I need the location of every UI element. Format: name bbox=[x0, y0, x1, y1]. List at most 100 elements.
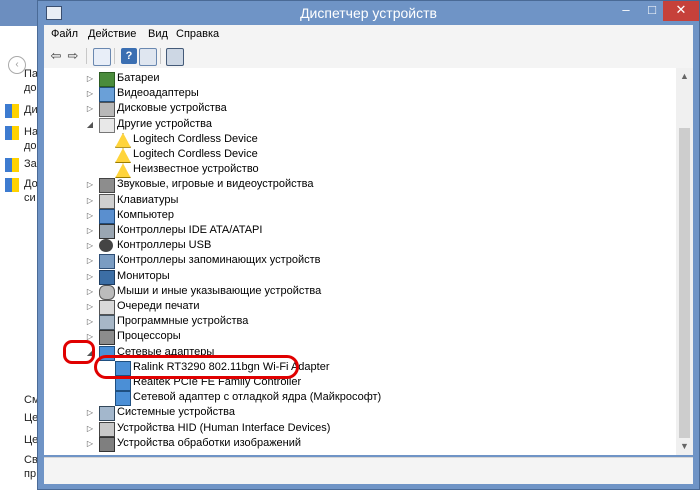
forward-arrow-icon[interactable]: ⇨ bbox=[65, 48, 81, 64]
scan-hardware-icon[interactable] bbox=[166, 48, 184, 66]
background-text: Св bbox=[24, 454, 38, 466]
help-icon[interactable]: ? bbox=[121, 48, 137, 64]
background-text: до bbox=[24, 140, 37, 152]
device-tree-panel: ▷ Батареи ▷ Видеоадаптеры ▷ Дисковые устройст… bbox=[44, 68, 693, 455]
expand-arrow-icon[interactable]: ▷ bbox=[85, 71, 95, 86]
warning-icon bbox=[115, 163, 131, 179]
device-label: Компьютер bbox=[117, 208, 174, 221]
other-devices-icon bbox=[99, 117, 115, 133]
background-nav-panel: ‹ bbox=[0, 26, 40, 500]
background-text: На bbox=[24, 126, 39, 138]
expand-arrow-icon[interactable]: ▷ bbox=[85, 208, 95, 223]
device-label: Logitech Cordless Device bbox=[133, 148, 258, 160]
device-label: Другие устройства bbox=[117, 117, 212, 130]
background-text: пр bbox=[24, 468, 37, 480]
network-adapter-icon bbox=[115, 391, 131, 407]
device-label: Видеоадаптеры bbox=[117, 87, 199, 100]
expand-arrow-icon[interactable]: ▷ bbox=[85, 253, 95, 268]
background-text: Па bbox=[24, 68, 39, 80]
device-label: Клавиатуры bbox=[117, 193, 179, 206]
software-device-icon bbox=[99, 315, 115, 331]
expand-arrow-icon[interactable]: ▷ bbox=[85, 223, 95, 238]
display-adapter-icon bbox=[99, 87, 115, 103]
processor-icon bbox=[99, 330, 115, 346]
system-device-icon bbox=[99, 406, 115, 422]
expand-arrow-icon[interactable]: ▷ bbox=[85, 405, 95, 420]
expand-arrow-icon[interactable]: ▷ bbox=[85, 299, 95, 314]
expand-arrow-icon[interactable]: ▷ bbox=[85, 86, 95, 101]
device-label: Звуковые, игровые и видеоустройства bbox=[117, 178, 314, 191]
expand-arrow-icon[interactable]: ▷ bbox=[85, 193, 95, 208]
device-manager-window: Диспетчер устройств – □ ✕ Файл Действие … bbox=[37, 0, 700, 490]
expand-arrow-icon[interactable]: ▷ bbox=[85, 314, 95, 329]
device-label: Logitech Cordless Device bbox=[133, 132, 258, 145]
device-label: Системные устройства bbox=[117, 406, 236, 419]
menu-file[interactable]: Файл bbox=[51, 28, 78, 40]
expand-arrow-icon[interactable]: ▷ bbox=[85, 436, 95, 451]
disk-drive-icon bbox=[99, 102, 115, 118]
annotation-circle-wifi-adapter bbox=[94, 355, 299, 379]
battery-icon bbox=[99, 72, 115, 87]
collapse-arrow-icon[interactable]: ◢ bbox=[85, 117, 95, 132]
device-label: Процессоры bbox=[117, 330, 181, 343]
hid-icon bbox=[99, 421, 115, 437]
expand-arrow-icon[interactable]: ▷ bbox=[85, 284, 95, 299]
device-label: Сетевой адаптер с отладкой ядра (Майкрос… bbox=[133, 391, 382, 404]
device-label: Устройства обработки изображений bbox=[117, 436, 302, 449]
monitor-icon bbox=[99, 269, 115, 285]
background-text: до bbox=[24, 82, 37, 94]
device-label: Дисковые устройства bbox=[117, 102, 227, 115]
background-text: Ди bbox=[24, 104, 38, 116]
device-label: Мониторы bbox=[117, 269, 170, 282]
toolbar-separator bbox=[114, 48, 115, 64]
window-title: Диспетчер устройств bbox=[300, 5, 437, 21]
shield-icon bbox=[5, 158, 19, 172]
computer-icon bbox=[99, 208, 115, 224]
warning-icon bbox=[115, 148, 131, 163]
warning-icon bbox=[115, 132, 131, 148]
update-driver-icon[interactable] bbox=[139, 48, 157, 66]
shield-icon bbox=[5, 104, 19, 118]
device-label: Устройства HID (Human Interface Devices) bbox=[117, 421, 331, 434]
expand-arrow-icon[interactable]: ▷ bbox=[85, 177, 95, 192]
toolbar-separator bbox=[86, 48, 87, 64]
device-label: Программные устройства bbox=[117, 315, 249, 328]
background-text: До bbox=[24, 178, 38, 190]
scrollbar-thumb[interactable] bbox=[679, 128, 690, 438]
toolbar-separator bbox=[160, 48, 161, 64]
device-label: Контроллеры запоминающих устройств bbox=[117, 254, 321, 267]
menu-bar: Файл Действие Вид Справка bbox=[44, 25, 693, 44]
shield-icon bbox=[5, 126, 19, 140]
mouse-icon bbox=[99, 284, 115, 300]
ide-controller-icon bbox=[99, 224, 115, 239]
minimize-button[interactable]: – bbox=[613, 1, 639, 21]
expand-arrow-icon[interactable]: ▷ bbox=[85, 421, 95, 436]
annotation-circle-expand bbox=[63, 340, 95, 364]
shield-icon bbox=[5, 178, 19, 192]
sound-icon bbox=[99, 178, 115, 194]
storage-controller-icon bbox=[99, 254, 115, 270]
background-text: си bbox=[24, 192, 36, 204]
print-queue-icon bbox=[99, 300, 115, 315]
vertical-scrollbar[interactable]: ▲ ▼ bbox=[676, 68, 693, 455]
usb-icon bbox=[99, 239, 113, 253]
device-label: Очереди печати bbox=[117, 300, 200, 312]
scroll-down-arrow-icon[interactable]: ▼ bbox=[676, 438, 693, 455]
expand-arrow-icon[interactable]: ▷ bbox=[85, 238, 95, 253]
title-bar: Диспетчер устройств – □ ✕ bbox=[38, 1, 699, 25]
device-label: Мыши и иные указывающие устройства bbox=[117, 284, 322, 297]
expand-arrow-icon[interactable]: ▷ bbox=[85, 269, 95, 284]
menu-help[interactable]: Справка bbox=[176, 28, 219, 40]
device-label: Контроллеры IDE ATA/ATAPI bbox=[117, 224, 263, 236]
maximize-button[interactable]: □ bbox=[639, 1, 665, 21]
properties-icon[interactable] bbox=[93, 48, 111, 66]
imaging-device-icon bbox=[99, 436, 115, 452]
background-text: За bbox=[24, 158, 37, 170]
expand-arrow-icon[interactable]: ▷ bbox=[85, 101, 95, 116]
toolbar: ⇦ ⇨ ? bbox=[44, 44, 693, 69]
scroll-up-arrow-icon[interactable]: ▲ bbox=[676, 68, 693, 85]
back-arrow-icon[interactable]: ⇦ bbox=[48, 48, 64, 64]
close-button[interactable]: ✕ bbox=[663, 1, 699, 21]
menu-view[interactable]: Вид bbox=[148, 28, 168, 40]
menu-action[interactable]: Действие bbox=[88, 28, 136, 40]
